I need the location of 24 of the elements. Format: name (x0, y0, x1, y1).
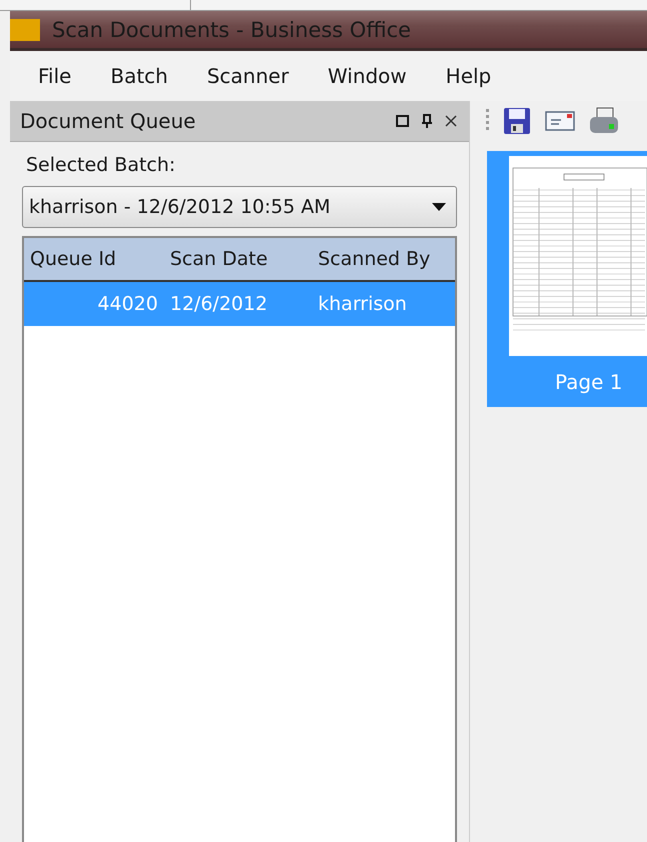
menu-item[interactable]: Window (328, 64, 426, 88)
table-cell-text: 12/6/2012 (169, 293, 268, 315)
table-cell-text: 44020 (96, 293, 159, 315)
table-cell-text: kharrison (317, 293, 408, 315)
caret-icon (432, 203, 446, 211)
close-icon[interactable] (443, 113, 459, 129)
batch-dropdown[interactable]: kharrison - 12/6/2012 10:55 AM (22, 186, 457, 228)
panel-title: Document Queue (20, 109, 196, 133)
column-header[interactable]: Queue Id (24, 248, 164, 270)
app-logo (10, 18, 40, 40)
save-icon[interactable] (503, 107, 531, 135)
menu-item[interactable]: File (38, 64, 90, 88)
pin-icon[interactable] (419, 113, 435, 129)
page-label: Page 1 (555, 370, 624, 394)
menu-item[interactable]: Scanner (206, 64, 308, 88)
column-header[interactable]: Scan Date (164, 248, 312, 270)
print-icon[interactable] (589, 107, 619, 135)
window-title: Scan Documents - Business Office (52, 18, 411, 42)
batch-label: Selected Batch: (26, 154, 176, 176)
column-header[interactable]: Scanned By (312, 248, 455, 270)
maximize-icon[interactable] (395, 113, 411, 129)
mail-icon[interactable] (545, 110, 575, 132)
menu-item[interactable]: Batch (110, 64, 187, 88)
menu-item[interactable]: Help (446, 64, 510, 88)
